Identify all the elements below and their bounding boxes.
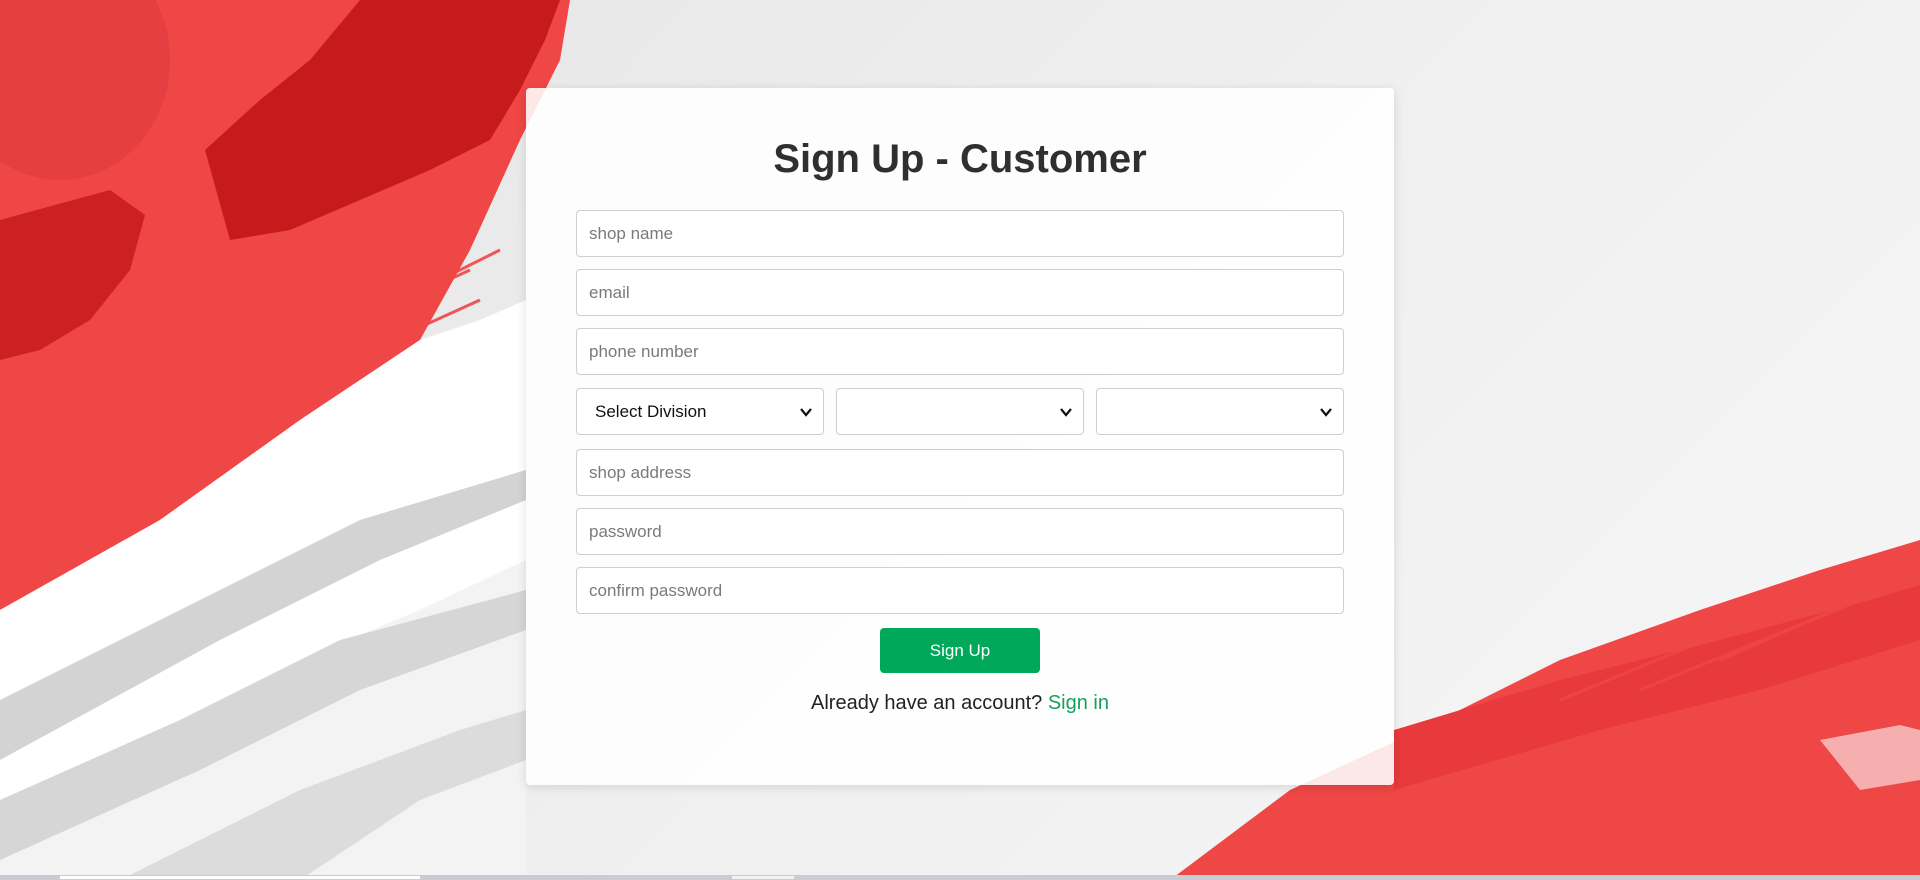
chevron-down-icon — [1320, 408, 1332, 417]
division-select-value: Select Division — [595, 402, 707, 421]
bottom-strip-segment — [60, 876, 420, 879]
bottom-edge-strip — [0, 875, 1920, 880]
signin-prompt: Already have an account? Sign in — [526, 691, 1394, 715]
phone-number-input[interactable] — [576, 328, 1344, 375]
upazila-select[interactable] — [1096, 388, 1344, 435]
bottom-strip-segment — [732, 876, 794, 879]
confirm-password-input[interactable] — [576, 567, 1344, 614]
email-input[interactable] — [576, 269, 1344, 316]
page-title: Sign Up - Customer — [773, 137, 1147, 181]
sign-up-button[interactable]: Sign Up — [880, 628, 1040, 673]
signin-prompt-text: Already have an account? — [811, 692, 1043, 714]
chevron-down-icon — [1060, 408, 1072, 417]
sign-in-link[interactable]: Sign in — [1048, 692, 1109, 714]
password-input[interactable] — [576, 508, 1344, 555]
shop-address-input[interactable] — [576, 449, 1344, 496]
location-select-row: Select Division — [576, 388, 1344, 435]
division-select[interactable]: Select Division — [576, 388, 824, 435]
district-select[interactable] — [836, 388, 1084, 435]
shop-name-input[interactable] — [576, 210, 1344, 257]
signup-card: Sign Up - Customer Select Division Sign … — [526, 88, 1394, 785]
chevron-down-icon — [800, 408, 812, 417]
